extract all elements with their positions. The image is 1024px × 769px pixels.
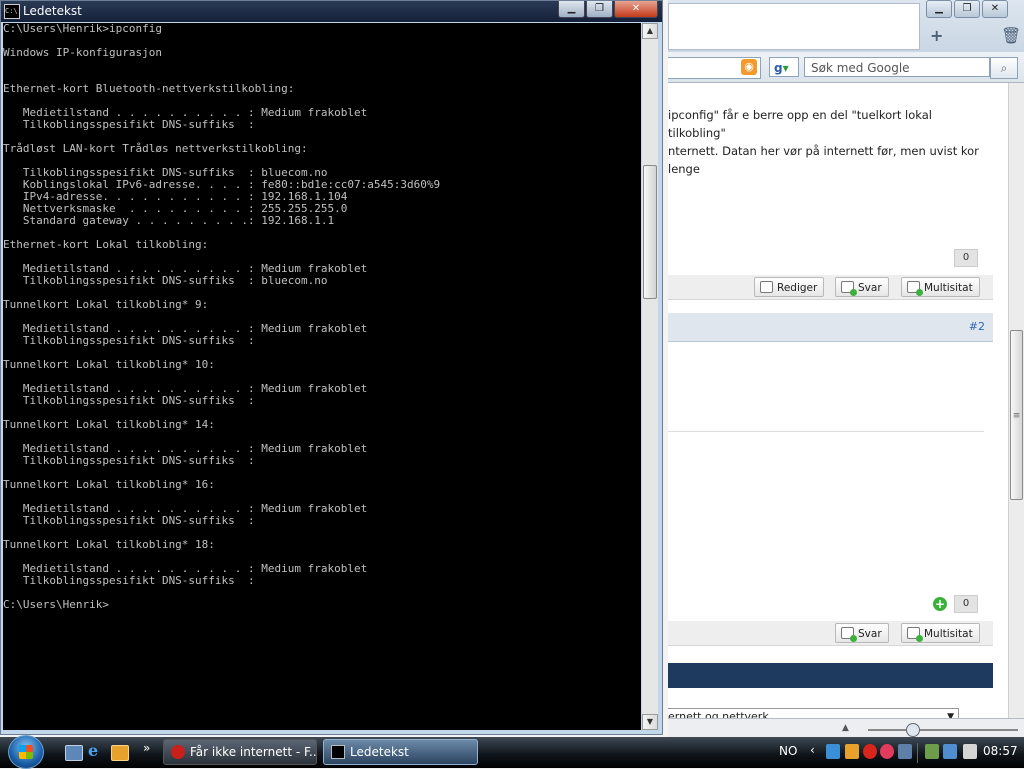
taskbar-item-label: Ledetekst (350, 745, 409, 759)
forum-page: ipconfig" får e berre opp en del "tuelko… (668, 83, 1008, 740)
reply-icon (841, 281, 857, 296)
post-text-line: ipconfig" får e berre opp en del "tuelko… (668, 108, 932, 140)
browser-minimize-button[interactable]: ▁ (926, 0, 952, 18)
multiquote-icon (907, 627, 923, 642)
search-input[interactable]: Søk med Google (804, 57, 990, 77)
edit-button[interactable]: Rediger (754, 277, 825, 297)
post-divider (668, 431, 984, 432)
browser-scroll-thumb[interactable]: ≡ (1010, 330, 1023, 500)
window-title: Ledetekst (23, 4, 82, 18)
post-action-bar: Svar Multisitat (668, 621, 993, 646)
reply-icon (841, 627, 857, 642)
post-like-count: 0 (954, 595, 978, 613)
post-body-1: ipconfig" får e berre opp en del "tuelko… (668, 106, 988, 178)
browser-window: ▁ ❐ ✕ + 🗑 ◉ g▾ Søk med Google ⌕ ipconfig… (668, 0, 1024, 740)
tray-app-icon[interactable] (880, 744, 894, 759)
clock[interactable]: 08:57 (983, 744, 1018, 758)
command-prompt-icon (331, 745, 345, 759)
browser-window-controls: ▁ ❐ ✕ (926, 0, 1008, 18)
edit-icon (760, 281, 773, 293)
taskbar-item-firefox[interactable]: Får ikke internett - F... (163, 739, 317, 765)
scroll-down-arrow-icon[interactable]: ▼ (642, 714, 658, 730)
quick-launch-more-icon[interactable]: » (143, 741, 150, 755)
reply-button[interactable]: Svar (835, 623, 889, 643)
volume-icon[interactable] (963, 744, 977, 759)
taskbar-item-command-prompt[interactable]: Ledetekst (323, 739, 478, 765)
scroll-up-icon[interactable]: ▲ (842, 723, 849, 733)
firefox-icon (171, 745, 185, 759)
start-button[interactable] (8, 735, 44, 769)
close-button[interactable]: ✕ (614, 1, 658, 18)
title-bar[interactable]: C:\ Ledetekst ▁ ❐ ✕ (1, 1, 662, 22)
rss-feed-icon[interactable]: ◉ (741, 59, 757, 75)
safely-remove-hardware-icon[interactable] (925, 744, 939, 759)
taskbar-item-label: Får ikke internett - F... (190, 745, 317, 759)
show-hidden-icons-icon[interactable]: ‹ (810, 743, 815, 757)
zoom-slider[interactable] (868, 729, 1018, 731)
network-icon[interactable] (943, 744, 957, 759)
trash-icon[interactable]: 🗑 (1001, 26, 1021, 45)
tray-app-icon[interactable] (845, 744, 859, 759)
taskbar: e » Får ikke internett - F... Ledetekst … (0, 735, 1024, 769)
multiquote-button[interactable]: Multisitat (901, 623, 980, 643)
window-controls: ▁ ❐ ✕ (558, 1, 658, 18)
multiquote-icon (907, 281, 923, 296)
minimize-button[interactable]: ▁ (558, 1, 585, 18)
browser-tab-strip (668, 3, 920, 50)
browser-navbar: ◉ g▾ Søk med Google ⌕ (668, 52, 1024, 83)
forum-section-bar (668, 663, 993, 688)
internet-explorer-icon[interactable]: e (88, 741, 104, 760)
post-number-link[interactable]: #2 (969, 320, 985, 333)
browser-scrollbar[interactable]: ≡ (1008, 83, 1024, 718)
console-scroll-thumb[interactable] (643, 165, 657, 299)
add-rating-icon[interactable]: + (933, 597, 947, 611)
command-prompt-icon[interactable]: C:\ (4, 4, 20, 19)
post-like-count: 0 (954, 249, 978, 267)
console-text: C:\Users\Henrik>ipconfig Windows IP-konf… (3, 23, 441, 611)
console-window: C:\ Ledetekst ▁ ❐ ✕ C:\Users\Henrik>ipco… (0, 0, 663, 735)
zoom-slider-handle[interactable] (906, 723, 920, 737)
windows-logo-icon (19, 745, 33, 759)
multiquote-button[interactable]: Multisitat (901, 277, 980, 297)
media-player-icon[interactable] (111, 745, 129, 761)
browser-close-button[interactable]: ✕ (982, 0, 1008, 18)
scroll-up-arrow-icon[interactable]: ▲ (642, 23, 658, 39)
tray-app-icon[interactable] (826, 744, 840, 759)
console-output[interactable]: C:\Users\Henrik>ipconfig Windows IP-konf… (3, 23, 641, 730)
browser-tab-area: ▁ ❐ ✕ + 🗑 (668, 0, 1024, 52)
reply-button[interactable]: Svar (835, 277, 889, 297)
post-text-line: nternett. Datan her vør på internett før… (668, 144, 979, 176)
browser-maximize-button[interactable]: ❐ (954, 0, 980, 18)
show-desktop-icon[interactable] (65, 745, 83, 761)
tray-divider (917, 743, 918, 763)
post-action-bar: Rediger Svar Multisitat (668, 275, 993, 300)
new-tab-icon[interactable]: + (930, 26, 943, 45)
tray-app-icon[interactable] (863, 744, 877, 759)
maximize-button[interactable]: ❐ (586, 1, 613, 18)
tray-app-icon[interactable] (898, 744, 912, 759)
console-scrollbar[interactable]: ▲ ▼ (642, 23, 658, 730)
search-icon[interactable]: ⌕ (990, 57, 1018, 79)
post-header: #2 (668, 313, 993, 342)
language-indicator[interactable]: NO (779, 744, 797, 758)
google-search-engine-icon[interactable]: g▾ (769, 57, 799, 77)
